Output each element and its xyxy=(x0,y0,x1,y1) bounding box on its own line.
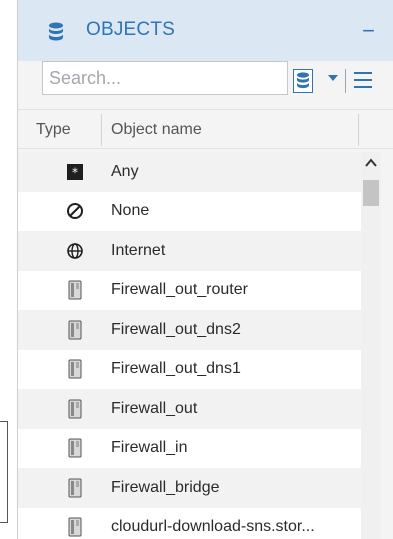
any-icon: * xyxy=(65,162,85,182)
list-item[interactable]: Firewall_out_dns2 xyxy=(18,310,361,350)
filter-dropdown-caret-icon[interactable] xyxy=(328,75,338,81)
list-item[interactable]: Firewall_out_router xyxy=(18,270,361,310)
column-resize-handle[interactable] xyxy=(358,114,359,146)
vertical-scrollbar[interactable] xyxy=(361,152,381,539)
object-name: Any xyxy=(111,162,139,180)
object-name: Firewall_in xyxy=(111,439,188,457)
table-header: Type Object name xyxy=(18,109,393,149)
left-gutter xyxy=(0,0,17,539)
column-header-type[interactable]: Type xyxy=(36,121,71,139)
panel-header: OBJECTS − xyxy=(18,0,393,61)
panel-toolbar xyxy=(18,61,393,109)
list-item[interactable]: Firewall_out xyxy=(18,389,361,429)
toolbar-divider xyxy=(345,69,346,93)
panel-title: OBJECTS xyxy=(86,19,176,40)
left-edge-frame xyxy=(0,421,8,523)
list-item[interactable]: * Any xyxy=(18,152,361,192)
hamburger-menu-icon[interactable] xyxy=(354,72,372,88)
list-item[interactable]: None xyxy=(18,191,361,231)
object-name: Firewall_out xyxy=(111,399,198,417)
firewall-icon xyxy=(65,280,85,300)
none-icon xyxy=(65,201,85,221)
scroll-up-arrow-icon[interactable] xyxy=(365,158,377,168)
column-resize-handle[interactable] xyxy=(101,114,102,146)
firewall-icon xyxy=(65,359,85,379)
object-name: Internet xyxy=(111,241,166,259)
list-item[interactable]: cloudurl-download-sns.stor... xyxy=(18,507,361,539)
globe-icon xyxy=(65,241,85,261)
list-item[interactable]: Firewall_in xyxy=(18,428,361,468)
object-name: Firewall_out_dns1 xyxy=(111,360,241,378)
list-item[interactable]: Internet xyxy=(18,231,361,271)
objects-panel: OBJECTS − Type Object name * Any xyxy=(17,0,393,539)
firewall-icon xyxy=(65,517,85,537)
object-name: Firewall_out_dns2 xyxy=(111,320,241,338)
database-icon xyxy=(49,22,63,41)
list-item[interactable]: Firewall_bridge xyxy=(18,468,361,508)
scroll-thumb[interactable] xyxy=(363,180,379,206)
search-input[interactable] xyxy=(42,61,288,95)
object-list: * Any None Internet Firewall_out_router xyxy=(18,152,361,539)
object-name: Firewall_bridge xyxy=(111,478,220,496)
object-name: Firewall_out_router xyxy=(111,281,248,299)
object-name: cloudurl-download-sns.stor... xyxy=(111,518,315,536)
firewall-icon xyxy=(65,478,85,498)
object-name: None xyxy=(111,202,150,220)
firewall-icon xyxy=(65,320,85,340)
firewall-icon xyxy=(65,399,85,419)
list-item[interactable]: Firewall_out_dns1 xyxy=(18,349,361,389)
column-header-object-name[interactable]: Object name xyxy=(111,121,202,139)
svg-text:*: * xyxy=(72,165,78,179)
collapse-button[interactable]: − xyxy=(362,20,375,42)
firewall-icon xyxy=(65,438,85,458)
database-filter-icon[interactable] xyxy=(293,69,313,93)
